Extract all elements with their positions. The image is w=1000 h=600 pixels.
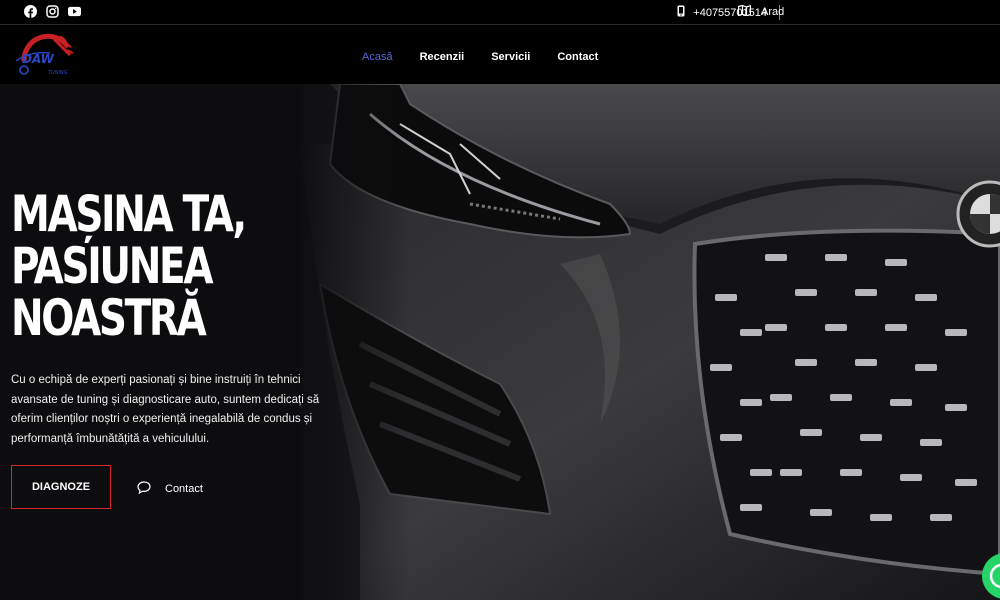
site-header: DAW TUNING Acasă Recenzii Servicii Conta… [0,26,1000,84]
daw-tuning-logo[interactable]: DAW TUNING [10,31,76,79]
location-text: Arad [761,6,785,18]
instagram-icon[interactable] [46,5,59,18]
whatsapp-button[interactable] [982,553,1000,599]
main-nav: Acasă Recenzii Servicii Contact [362,51,598,63]
svg-text:DAW: DAW [22,52,55,66]
svg-text:TUNING: TUNING [48,70,68,76]
top-bar: +40755701514 Arad [0,0,1000,25]
hero-title-line: NOASTRĂ [11,289,207,347]
nav-item-servicii[interactable]: Servicii [491,51,530,63]
phone-icon [677,5,685,20]
nav-item-recenzii[interactable]: Recenzii [420,51,465,63]
hero-title: MAȘINA TA, PASIUNEA NOASTRĂ [11,188,276,344]
map-icon [737,4,752,19]
facebook-icon[interactable] [24,5,37,18]
diagnoze-button[interactable]: DIAGNOZE [11,465,111,509]
hero-section: MAȘINA TA, PASIUNEA NOASTRĂ Cu o echipă … [0,84,1000,600]
contact-link-label[interactable]: Contact [165,483,203,495]
nav-item-contact[interactable]: Contact [557,51,598,63]
hero-title-line: PASIUNEA [11,237,214,295]
hero-description: Cu o echipă de experți pasionați și bine… [11,374,320,445]
hero-gradient [290,84,410,600]
location-contact[interactable]: Arad [737,4,785,19]
whatsapp-icon [989,563,1000,589]
nav-item-acasa[interactable]: Acasă [362,51,393,63]
social-links [24,5,81,18]
youtube-icon[interactable] [68,5,81,18]
hero-title-line: MAȘINA TA, [11,185,247,243]
chat-bubble-icon [137,481,151,497]
contact-link[interactable]: Contact [137,481,203,497]
